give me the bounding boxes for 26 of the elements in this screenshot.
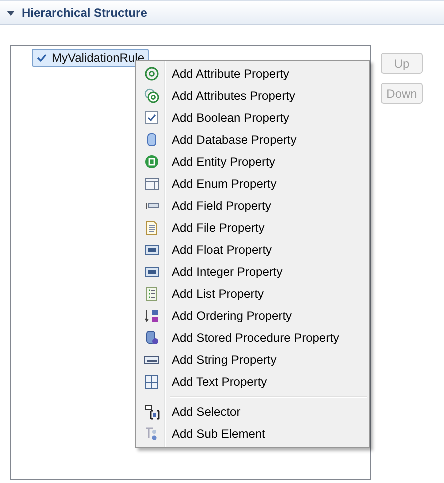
menu-item[interactable]: Add Entity Property [138,151,367,173]
document-icon [144,220,160,236]
tree-item[interactable]: MyValidationRule [32,49,148,67]
menu-item[interactable]: Add File Property [138,217,367,239]
menu-item[interactable]: Add List Property [138,283,367,305]
menu-item[interactable]: Add Ordering Property [138,305,367,327]
table-icon [144,176,160,192]
checkbox-icon [144,110,160,126]
grid-icon [144,374,160,390]
menu-item[interactable]: Add Text Property [138,371,367,393]
section-title: Hierarchical Structure [22,6,148,20]
menu-item[interactable]: Add Sub Element [138,423,367,445]
menu-item[interactable]: Add String Property [138,349,367,371]
list-icon [144,286,160,302]
menu-item[interactable]: Add Integer Property [138,261,367,283]
menu-item[interactable]: Add Attributes Property [138,85,367,107]
sort-icon [144,308,160,324]
menu-item[interactable]: Add Stored Procedure Property [138,327,367,349]
check-icon [36,52,48,64]
menu-item[interactable]: Add Field Property [138,195,367,217]
selector-icon [144,404,160,420]
menu-item[interactable]: Add Enum Property [138,173,367,195]
menu-item[interactable]: Add Database Property [138,129,367,151]
menu-item[interactable]: Add Boolean Property [138,107,367,129]
menu-item[interactable]: Add Float Property [138,239,367,261]
menu-item[interactable]: Add Selector [138,401,367,423]
